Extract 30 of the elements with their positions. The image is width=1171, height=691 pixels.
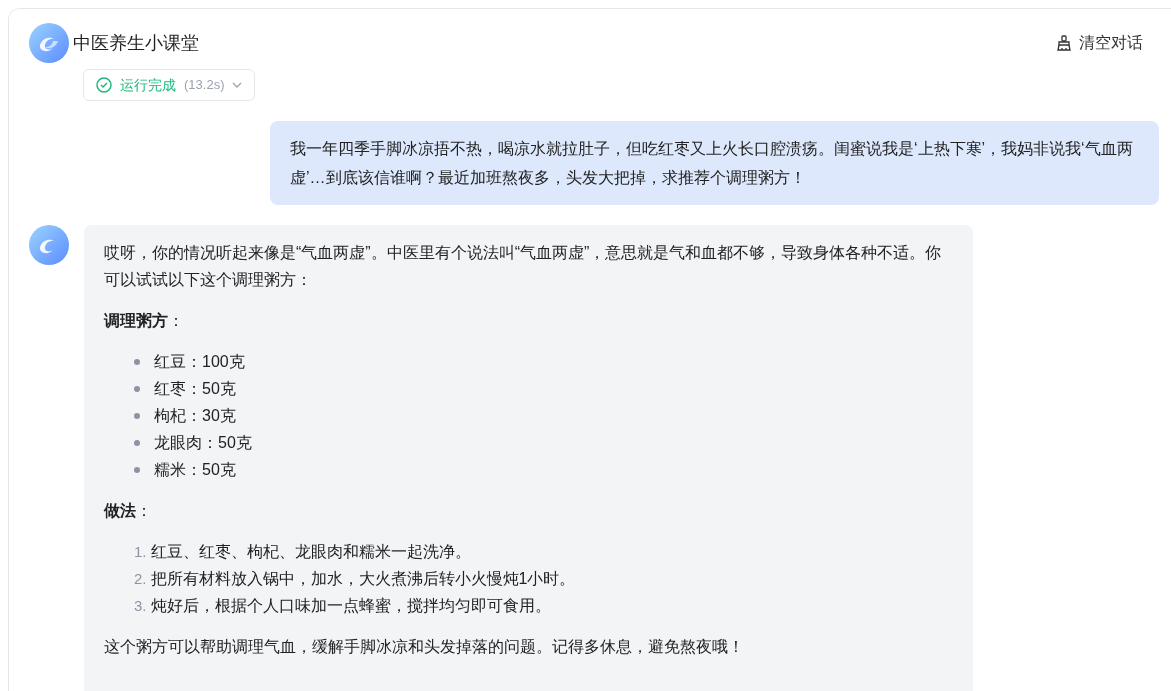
duration-text: (13.2s) — [184, 76, 225, 95]
assistant-avatar-icon — [29, 225, 69, 265]
bullet-icon — [134, 412, 140, 419]
list-number: 2. — [134, 569, 147, 589]
list-item-text: 红豆：100克 — [154, 352, 245, 372]
logo-icon — [29, 23, 69, 63]
broom-icon — [1057, 35, 1071, 51]
clear-chat-button[interactable]: 清空对话 — [1057, 31, 1143, 55]
bullet-icon — [134, 466, 140, 473]
status-label: 运行完成 — [120, 75, 176, 95]
check-circle-icon — [96, 77, 112, 93]
paragraph: 哎呀，你的情况听起来像是“气血两虚”。中医里有个说法叫“气血两虚”，意思就是气和血都不够，导致身体各种不适。你可以试试以下这个调理粥方： — [104, 243, 943, 290]
list-item-text: 红枣：50克 — [154, 379, 236, 399]
user-message: 我一年四季手脚冰凉捂不热，喝凉水就拉肚子，但吃红枣又上火长口腔溃疡。闺蜜说我是‘上热下寒’，我妈非说我‘气血两虚’…到底该信谁啊？最近加班熬夜多，头发大把掉，求推荐个调理粥方！ — [270, 121, 1159, 205]
list-number: 3. — [134, 596, 147, 616]
list-item-text: 把所有材料放入锅中，加水，大火煮沸后转小火慢炖1小时。 — [150, 569, 576, 589]
bullet-icon — [134, 358, 140, 365]
list-item-text: 龙眼肉：50克 — [154, 433, 252, 453]
paragraph: 调理粥方： — [104, 311, 185, 331]
bullet-icon — [134, 439, 140, 446]
chevron-down-icon — [232, 82, 243, 88]
list-number: 1. — [134, 542, 147, 562]
list-item-text: 糯米：50克 — [154, 460, 236, 480]
app-title: 中医养生小课堂 — [73, 31, 199, 55]
list-item-text: 枸杞：30克 — [154, 406, 236, 426]
paragraph: 这个粥方可以帮助调理气血，缓解手脚冰凉和头发掉落的问题。记得多休息，避免熬夜哦！ — [104, 637, 745, 657]
list-item-text: 炖好后，根据个人口味加一点蜂蜜，搅拌均匀即可食用。 — [150, 596, 551, 616]
list-item-text: 红豆、红枣、枸杞、龙眼肉和糯米一起洗净。 — [150, 542, 471, 562]
paragraph: 做法： — [104, 501, 153, 521]
bullet-icon — [134, 385, 140, 392]
